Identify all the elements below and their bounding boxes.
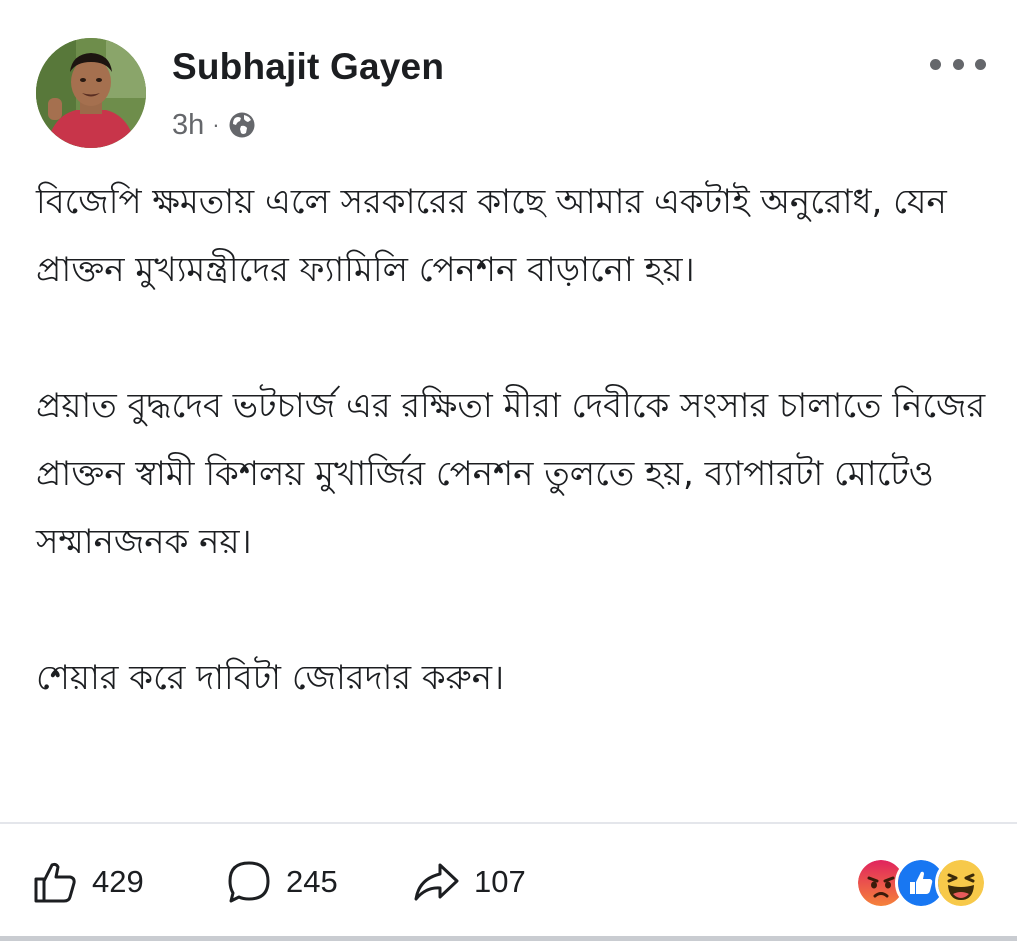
post-body: বিজেপি ক্ষমতায় এলে সরকারের কাছে আমার এক… — [36, 168, 986, 712]
comment-bubble-icon — [228, 861, 270, 903]
bottom-border — [0, 936, 1017, 941]
avatar-image — [36, 38, 146, 148]
comment-button[interactable]: 245 — [226, 858, 338, 906]
haha-reaction-icon — [935, 857, 987, 909]
like-count: 429 — [92, 864, 144, 899]
more-dots-icon — [952, 58, 964, 70]
thumbs-up-icon — [34, 862, 76, 903]
post-time[interactable]: 3h — [172, 109, 204, 142]
post-card: Subhajit Gayen 3h · বিজেপি ক্ষমতায় এলে … — [0, 0, 1017, 941]
share-count: 107 — [474, 864, 526, 899]
post-paragraph: প্রয়াত বুদ্ধদেব ভটচার্জ এর রক্ষিতা মীরা… — [36, 386, 986, 562]
share-button[interactable]: 107 — [412, 858, 526, 906]
reactions-summary[interactable] — [855, 857, 987, 909]
more-dots-icon — [975, 58, 986, 70]
comment-count: 245 — [286, 864, 338, 899]
post-meta: 3h · — [172, 108, 256, 142]
author-name[interactable]: Subhajit Gayen — [172, 46, 444, 88]
post-paragraph: বিজেপি ক্ষমতায় এলে সরকারের কাছে আমার এক… — [36, 182, 947, 290]
like-button[interactable]: 429 — [32, 858, 144, 906]
more-options-button[interactable] — [930, 52, 986, 76]
post-footer: 429 245 107 — [0, 824, 1017, 934]
meta-separator: · — [212, 112, 220, 137]
post-paragraph: শেয়ার করে দাবিটা জোরদার করুন। — [36, 658, 505, 698]
more-dots-icon — [930, 58, 941, 70]
post-header: Subhajit Gayen 3h · — [36, 38, 986, 153]
share-arrow-icon — [414, 863, 459, 901]
globe-icon[interactable] — [228, 111, 256, 139]
avatar[interactable] — [36, 38, 146, 148]
